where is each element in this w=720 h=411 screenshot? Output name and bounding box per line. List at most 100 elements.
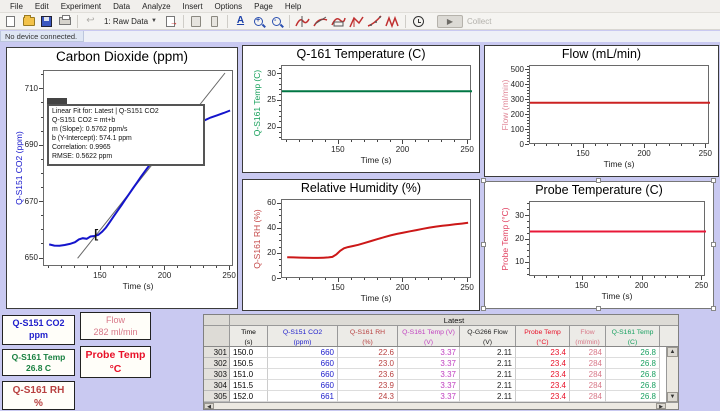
table-cell[interactable]: 3.37 (398, 391, 460, 402)
sensor-setup-button[interactable] (207, 15, 222, 28)
menu-item-experiment[interactable]: Experiment (55, 1, 107, 12)
table-cell[interactable]: 3.37 (398, 369, 460, 380)
scroll-left-button[interactable]: ◀ (204, 403, 214, 409)
plot-area-co2[interactable] (43, 70, 233, 266)
selection-handle[interactable] (596, 306, 601, 311)
table-cell[interactable]: 23.4 (516, 347, 570, 358)
column-header-7[interactable]: Q-S161 Temp(C) (606, 326, 660, 346)
table-cell[interactable]: 23.9 (338, 380, 398, 391)
table-row[interactable]: 304151.566023.93.372.1123.428426.8 (204, 380, 678, 391)
table-row[interactable]: 302150.566023.03.372.1123.428426.8 (204, 358, 678, 369)
table-cell[interactable]: 3.37 (398, 380, 460, 391)
fit-range-bracket[interactable]: [ (94, 229, 98, 239)
table-cell[interactable]: 661 (268, 391, 338, 402)
data-table[interactable]: Latest Time(s)Q-S151 CO2(ppm)Q-S161 RH(%… (203, 314, 679, 410)
table-cell[interactable]: 660 (268, 380, 338, 391)
table-cell[interactable]: 24.3 (338, 391, 398, 402)
table-cell[interactable]: 2.11 (460, 391, 516, 402)
zoom-in-button[interactable]: + (251, 15, 266, 28)
fft-button[interactable] (385, 15, 400, 28)
selection-handle[interactable] (711, 306, 716, 311)
table-cell[interactable]: 2.11 (460, 347, 516, 358)
table-cell[interactable]: 23.4 (516, 369, 570, 380)
open-file-button[interactable] (21, 15, 36, 28)
menu-item-insert[interactable]: Insert (177, 1, 209, 12)
selection-handle[interactable] (596, 178, 601, 183)
table-cell[interactable]: 151.0 (230, 369, 268, 380)
tangent-button[interactable] (313, 15, 328, 28)
menu-item-edit[interactable]: Edit (29, 1, 55, 12)
table-cell[interactable]: 26.8 (606, 380, 660, 391)
table-cell[interactable]: 660 (268, 347, 338, 358)
graph-panel-co2[interactable]: Carbon Dioxide (ppm) Linear Fit for: Lat… (6, 47, 238, 309)
table-row[interactable]: 303151.066023.63.372.1123.428426.8 (204, 369, 678, 380)
column-header-0[interactable]: Time(s) (230, 326, 268, 346)
table-cell[interactable]: 660 (268, 369, 338, 380)
table-cell[interactable]: 284 (570, 391, 606, 402)
table-cell[interactable]: 3.37 (398, 347, 460, 358)
data-browser-button[interactable] (189, 15, 204, 28)
column-header-4[interactable]: Q-G266 Flow(V) (460, 326, 516, 346)
menu-item-file[interactable]: File (4, 1, 29, 12)
meter-rh[interactable]: Q-S161 RH % (2, 381, 75, 410)
selection-handle[interactable] (711, 242, 716, 247)
save-button[interactable] (39, 15, 54, 28)
selection-handle[interactable] (481, 242, 486, 247)
examine-button[interactable] (295, 15, 310, 28)
menu-item-help[interactable]: Help (279, 1, 307, 12)
graph-panel-probe[interactable]: Probe Temperature (C) 150200250102030Tim… (484, 181, 714, 309)
page-selector[interactable]: 1: Raw Data ▼ (101, 16, 160, 27)
table-cell[interactable]: 26.8 (606, 347, 660, 358)
new-file-button[interactable] (3, 15, 18, 28)
table-cell[interactable]: 23.6 (338, 369, 398, 380)
graph-panel-flow[interactable]: Flow (mL/min) 1502002500100200300400500T… (484, 45, 719, 177)
table-cell[interactable]: 23.0 (338, 358, 398, 369)
scroll-up-button[interactable]: ▲ (667, 347, 678, 357)
prev-page-button[interactable]: ↩ (83, 15, 98, 28)
graph-panel-rh[interactable]: Relative Humidity (%) 1502002500204060Ti… (242, 179, 480, 311)
table-cell[interactable]: 284 (570, 358, 606, 369)
table-cell[interactable]: 22.6 (338, 347, 398, 358)
table-row[interactable]: 305152.066124.33.372.1123.428426.8 (204, 391, 678, 402)
table-row[interactable]: 301150.066022.63.372.1123.428426.8 (204, 347, 678, 358)
table-cell[interactable]: 152.0 (230, 391, 268, 402)
table-cell[interactable]: 284 (570, 369, 606, 380)
table-cell[interactable]: 26.8 (606, 391, 660, 402)
scroll-down-button[interactable]: ▼ (667, 392, 678, 402)
table-cell[interactable]: 26.8 (606, 358, 660, 369)
meter-probe-temp[interactable]: Probe Temp °C (80, 346, 151, 378)
table-cell[interactable]: 660 (268, 358, 338, 369)
linear-fit-annotation[interactable]: Linear Fit for: Latest | Q-S151 CO2 Q-S1… (47, 104, 205, 166)
meter-flow[interactable]: Flow 282 ml/min (80, 312, 151, 340)
table-cell[interactable]: 284 (570, 380, 606, 391)
table-cell[interactable]: 23.4 (516, 358, 570, 369)
column-header-6[interactable]: Flow(ml/min) (570, 326, 606, 346)
curve-fit-button[interactable] (367, 15, 382, 28)
meter-temp161[interactable]: Q-S161 Temp 26.8 C (2, 349, 75, 376)
table-cell[interactable]: 150.5 (230, 358, 268, 369)
table-cell[interactable]: 2.11 (460, 358, 516, 369)
selection-handle[interactable] (481, 178, 486, 183)
meter-co2[interactable]: Q-S151 CO2 ppm (2, 315, 75, 345)
table-cell[interactable]: 284 (570, 347, 606, 358)
next-page-button[interactable] (163, 15, 178, 28)
column-header-1[interactable]: Q-S151 CO2(ppm) (268, 326, 338, 346)
table-cell[interactable]: 23.4 (516, 380, 570, 391)
table-cell[interactable]: 2.11 (460, 380, 516, 391)
table-cell[interactable]: 150.0 (230, 347, 268, 358)
selection-handle[interactable] (481, 306, 486, 311)
menu-item-page[interactable]: Page (248, 1, 279, 12)
data-collection-button[interactable] (411, 15, 426, 28)
autoscale-button[interactable]: A (233, 15, 248, 28)
horizontal-scrollbar[interactable]: ◀ ▶ (204, 402, 678, 409)
table-cell[interactable]: 2.11 (460, 369, 516, 380)
selection-handle[interactable] (711, 178, 716, 183)
menu-item-options[interactable]: Options (209, 1, 249, 12)
scroll-right-button[interactable]: ▶ (656, 403, 666, 409)
collect-button[interactable]: ▶ (437, 15, 463, 28)
annotation-handle-icon[interactable] (47, 98, 61, 104)
zoom-out-button[interactable]: - (269, 15, 284, 28)
plot-area-rh[interactable] (281, 199, 471, 278)
column-header-5[interactable]: Probe Temp(°C) (516, 326, 570, 346)
graph-panel-temp161[interactable]: Q-161 Temperature (C) 150200250202530Tim… (242, 45, 480, 173)
